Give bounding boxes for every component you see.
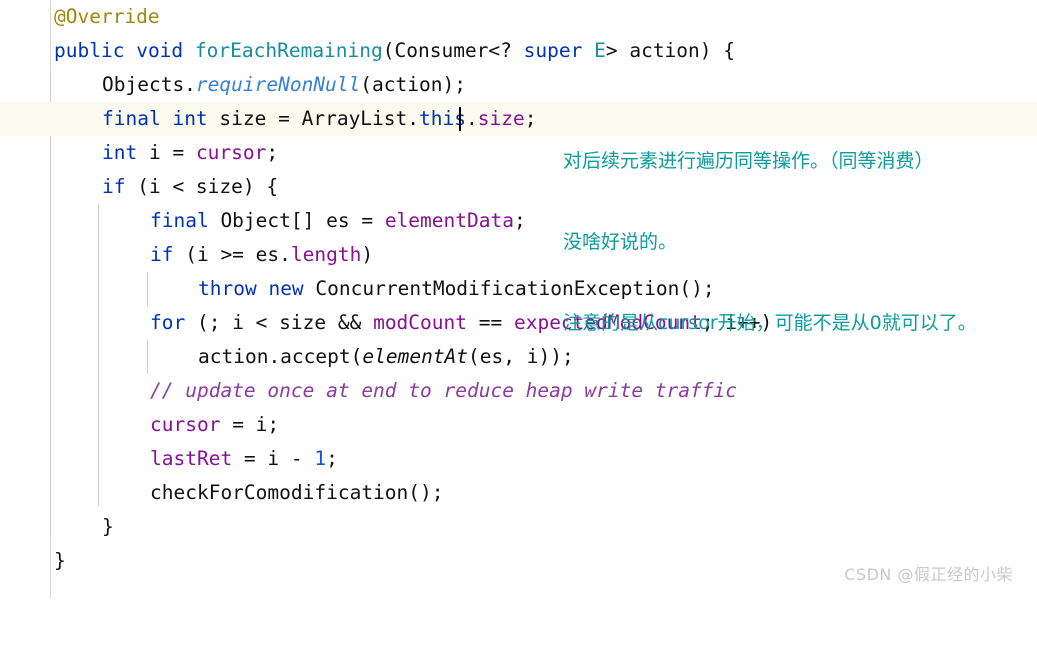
token-punct: (Consumer<?	[382, 39, 524, 62]
token-punct: > action) {	[605, 39, 735, 62]
token-punct: = i;	[220, 413, 280, 436]
token-punct: (; i < size &&	[185, 311, 374, 334]
token-punct: .	[466, 107, 478, 130]
token-class-ref: Objects.	[102, 73, 196, 96]
token-keyword: thi	[419, 107, 455, 130]
token-method-call: checkForComodification();	[150, 481, 444, 504]
token-punct: )	[361, 243, 374, 266]
csdn-watermark: CSDN @假正经的小柴	[844, 565, 1013, 584]
token-field: lastRet	[150, 447, 233, 470]
token-brace: }	[102, 515, 114, 538]
token-keyword: final	[150, 209, 209, 232]
annotation-override: @Override	[54, 5, 160, 28]
code-line[interactable]: lastRet = i - 1;	[0, 442, 1037, 476]
token-punct: (es, i));	[468, 345, 574, 368]
annotation-line-1: 对后续元素进行遍历同等操作。（同等消费）	[563, 150, 934, 172]
token-punct: (i < size) {	[125, 175, 279, 198]
token-number: 1	[314, 447, 327, 470]
code-line[interactable]: public void forEachRemaining(Consumer<? …	[0, 34, 1037, 68]
token-field: cursor	[195, 141, 267, 164]
token-punct: (action);	[360, 73, 466, 96]
chinese-annotation-note: 对后续元素进行遍历同等操作。（同等消费） 没啥好说的。 注意的是从cursor开…	[563, 94, 977, 391]
token-punct: ==	[467, 311, 514, 334]
token-keyword: super	[523, 39, 583, 62]
token-punct: i =	[137, 141, 196, 164]
token-static-method: requireNonNull	[195, 73, 361, 96]
token-keyword: int	[102, 141, 138, 164]
token-keyword: throw	[198, 277, 257, 300]
token-keyword: for	[150, 311, 186, 334]
token-keyword: final	[102, 107, 161, 130]
token-field: elementData	[384, 209, 514, 232]
code-editor[interactable]: @Override public void forEachRemaining(C…	[0, 0, 1037, 598]
token-type-param: E	[594, 39, 606, 62]
token-punct: Object[] es =	[208, 209, 385, 232]
token-punct: ;	[266, 141, 279, 164]
code-line[interactable]: cursor = i;	[0, 408, 1037, 442]
text-caret	[459, 107, 461, 131]
annotation-line-3: 注意的是从cursor开始，可能不是从0就可以了。	[563, 312, 977, 334]
annotation-line-2: 没啥好说的。	[563, 231, 678, 253]
token-punct: = i -	[232, 447, 315, 470]
token-field: modCount	[373, 311, 467, 334]
code-line[interactable]: @Override	[0, 0, 1037, 34]
token-keyword: void	[136, 39, 184, 62]
token-field: cursor	[150, 413, 221, 436]
token-keyword: new	[268, 277, 304, 300]
token-static-method: elementAt	[362, 345, 469, 368]
token-punct: size = ArrayList.	[207, 107, 420, 130]
token-punct: ;	[326, 447, 338, 470]
token-brace: }	[54, 549, 66, 572]
token-keyword: int	[172, 107, 208, 130]
token-keyword: public	[54, 39, 125, 62]
token-keyword: if	[102, 175, 126, 198]
token-punct: action.accept(	[198, 345, 363, 368]
token-method-name: forEachRemaining	[194, 39, 383, 62]
token-field: size	[477, 107, 525, 130]
token-field: length	[290, 243, 362, 266]
token-punct: ;	[513, 209, 526, 232]
token-keyword: if	[150, 243, 174, 266]
code-line[interactable]: }	[0, 510, 1037, 544]
code-line[interactable]: checkForComodification();	[0, 476, 1037, 510]
token-punct: ;	[524, 107, 537, 130]
token-punct: (i >= es.	[173, 243, 291, 266]
